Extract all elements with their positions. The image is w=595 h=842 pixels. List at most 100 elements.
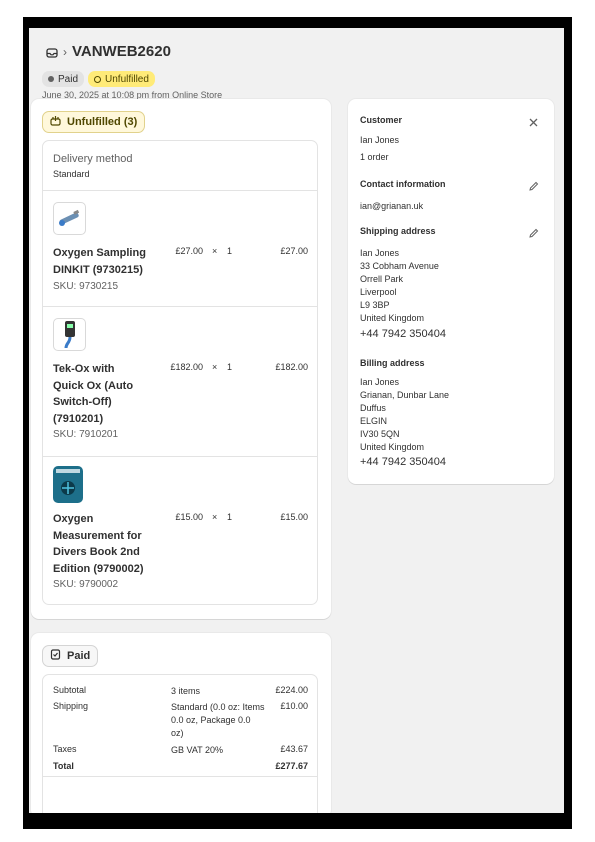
payment-card: Paid Subtotal 3 items £224.00 Shipping S…: [31, 633, 331, 813]
line-item-name-line: Switch-Off): [53, 396, 112, 408]
unfulfilled-package-icon: [50, 115, 61, 129]
payment-row-amount: £277.67: [275, 761, 308, 771]
line-item-sku: SKU: 7910201: [53, 429, 119, 440]
billing-phone[interactable]: +44 7942 350404: [360, 456, 446, 468]
address-line: Liverpool: [360, 287, 397, 297]
line-item: Oxygen Sampling DINKIT (9730215) SKU: 97…: [43, 191, 317, 307]
address-line: ELGIN: [360, 416, 388, 426]
line-item-price: £182.00: [170, 362, 203, 372]
customer-heading: Customer: [360, 115, 403, 125]
fulfillment-status-badge: Unfulfilled: [88, 71, 155, 87]
line-items-box: Delivery method Standard Oxygen Sampling…: [42, 140, 318, 605]
payment-row-amount: £43.67: [280, 744, 308, 754]
line-item-price: £27.00: [175, 246, 203, 256]
line-item-total: £27.00: [280, 246, 308, 256]
unfulfilled-status-pill: Unfulfilled (3): [42, 111, 146, 133]
paid-status-pill: Paid: [42, 645, 99, 667]
delivery-method-section: Delivery method Standard: [43, 141, 317, 191]
line-item-name-line: Measurement for: [53, 529, 142, 542]
fulfillment-card: Unfulfilled (3) Delivery method Standard…: [31, 99, 331, 619]
paid-status-label: Paid: [67, 650, 91, 662]
address-line: Ian Jones: [360, 377, 400, 387]
multiply-sign: ×: [212, 512, 218, 522]
oxygen-analyser-image[interactable]: [53, 318, 86, 351]
address-line: IV30 5QN: [360, 429, 400, 439]
payment-row-amount: £10.00: [280, 701, 308, 711]
page-title: VANWEB2620: [72, 43, 171, 60]
payment-row-label: Taxes: [53, 744, 77, 754]
line-item: Oxygen Measurement for Divers Book 2nd E…: [43, 457, 317, 606]
line-item-name[interactable]: Tek-Ox with Quick Ox (Auto Switch-Off) (…: [53, 361, 153, 427]
payment-row-label: Subtotal: [53, 685, 87, 695]
line-item-name-line: Tek-Ox with: [53, 363, 115, 375]
paid-dot-icon: [48, 76, 54, 82]
shipping-address: Ian Jones 33 Cobham Avenue Orrell Park L…: [360, 247, 439, 325]
line-item-price: £15.00: [175, 512, 203, 522]
multiply-sign: ×: [212, 362, 218, 372]
line-item-sku: SKU: 9790002: [53, 579, 119, 590]
line-item-name[interactable]: Oxygen Measurement for Divers Book 2nd E…: [53, 511, 153, 577]
delivery-method-label: Delivery method: [53, 153, 133, 165]
billing-heading: Billing address: [360, 358, 425, 368]
unfulfilled-ring-icon: [94, 75, 102, 83]
payment-summary-box: Subtotal 3 items £224.00 Shipping Standa…: [42, 674, 318, 813]
line-item-name-line: (7910201): [53, 412, 104, 425]
address-line: Duffus: [360, 403, 386, 413]
address-line: L9 3BP: [360, 300, 390, 310]
payment-status-label: Paid: [58, 73, 79, 85]
edit-contact-pencil-icon[interactable]: [528, 179, 539, 197]
customer-order-count[interactable]: 1 order: [360, 151, 389, 164]
line-item-total: £15.00: [280, 512, 308, 522]
address-line: Grianan, Dunbar Lane: [360, 390, 450, 400]
order-page: › VANWEB2620 Paid Unfulfilled June 30, 2…: [29, 28, 564, 813]
line-item-name-line: Oxygen Sampling: [53, 247, 146, 259]
line-item-name-line: Quick Ox (Auto: [53, 379, 134, 392]
line-item-quantity: 1: [227, 512, 233, 522]
address-line: Orrell Park: [360, 274, 404, 284]
fulfillment-status-label: Unfulfilled: [105, 73, 149, 85]
line-item-name-line: Oxygen: [53, 513, 94, 525]
sampling-kit-image[interactable]: [53, 202, 86, 235]
status-badges: Paid Unfulfilled: [42, 71, 155, 87]
payment-row-label: Total: [53, 761, 74, 771]
line-item: Tek-Ox with Quick Ox (Auto Switch-Off) (…: [43, 307, 317, 457]
shipping-phone[interactable]: +44 7942 350404: [360, 328, 446, 340]
screen-frame: › VANWEB2620 Paid Unfulfilled June 30, 2…: [23, 17, 572, 829]
delivery-method-value: Standard: [53, 169, 90, 179]
edit-shipping-pencil-icon[interactable]: [528, 226, 539, 244]
address-line: United Kingdom: [360, 313, 425, 323]
book-cover-image[interactable]: [53, 466, 83, 503]
payment-desc-line: Standard (0.0 oz: Items: [171, 702, 265, 712]
multiply-sign: ×: [212, 246, 218, 256]
line-item-total: £182.00: [275, 362, 308, 372]
line-item-sku: SKU: 9730215: [53, 281, 119, 292]
billing-address: Ian Jones Grianan, Dunbar Lane Duffus EL…: [360, 376, 449, 454]
payment-divider: [43, 776, 317, 777]
contact-heading: Contact information: [360, 179, 446, 189]
payment-desc-line: oz): [171, 728, 184, 738]
paid-receipt-icon: [50, 649, 61, 663]
address-line: United Kingdom: [360, 442, 425, 452]
line-item-name-line: Divers Book 2nd: [53, 546, 140, 558]
breadcrumb-separator: ›: [63, 44, 67, 59]
customer-name-link[interactable]: Ian Jones: [360, 134, 399, 147]
customer-email-link[interactable]: ian@grianan.uk: [360, 200, 423, 213]
payment-row-label: Shipping: [53, 701, 89, 711]
payment-row-amount: £224.00: [275, 685, 308, 695]
line-item-name-line: Edition (9790002): [53, 562, 144, 575]
payment-row-desc: 3 items: [171, 686, 201, 696]
customer-card: Customer Ian Jones 1 order Contact infor…: [348, 99, 554, 484]
line-item-name[interactable]: Oxygen Sampling DINKIT (9730215): [53, 245, 153, 278]
unfulfilled-status-label: Unfulfilled (3): [67, 116, 138, 128]
line-item-quantity: 1: [227, 362, 233, 372]
line-item-quantity: 1: [227, 246, 233, 256]
shipping-heading: Shipping address: [360, 226, 436, 236]
payment-row-desc[interactable]: GB VAT 20%: [171, 744, 275, 757]
close-icon[interactable]: [529, 114, 538, 132]
line-item-name-line: DINKIT (9730215): [53, 263, 143, 276]
payment-desc-line: 0.0 oz, Package 0.0: [171, 715, 251, 725]
address-line: 33 Cobham Avenue: [360, 261, 439, 271]
address-line: Ian Jones: [360, 248, 400, 258]
orders-inbox-icon[interactable]: [46, 46, 58, 58]
payment-status-badge: Paid: [42, 71, 85, 87]
